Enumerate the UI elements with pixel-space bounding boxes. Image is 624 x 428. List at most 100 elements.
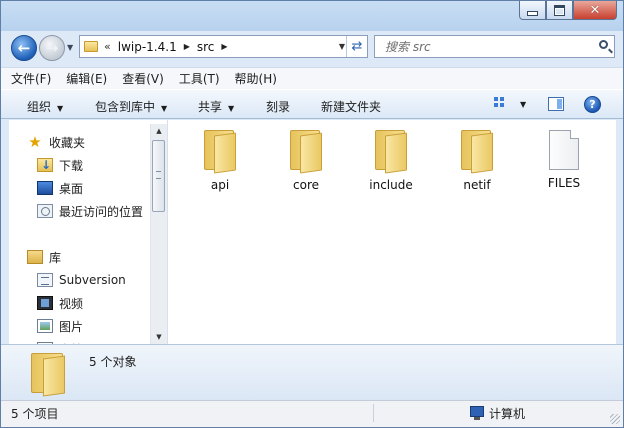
folder-icon (461, 130, 493, 174)
subversion-library-icon (37, 273, 53, 287)
object-count: 5 个对象 (89, 355, 137, 369)
include-in-library-button[interactable]: 包含到库中 ▼ (95, 98, 167, 115)
breadcrumb-chevron-icon[interactable]: ▶ (221, 42, 227, 51)
include-in-library-label: 包含到库中 (95, 100, 156, 114)
folder-icon (84, 41, 98, 52)
address-bar[interactable]: « lwip-1.4.1 ▶ src ▶ ▼ ⇄ (79, 35, 368, 58)
chevron-down-icon: ▼ (228, 104, 235, 113)
file-name: include (369, 178, 413, 192)
folder-item-include[interactable]: include (353, 130, 429, 192)
videos-library-icon (37, 296, 53, 310)
file-name: netif (463, 178, 491, 192)
sidebar-item-label: Subversion (59, 273, 126, 287)
chevron-down-icon: ▼ (57, 104, 64, 113)
menu-help[interactable]: 帮助(H) (230, 70, 282, 87)
view-options-icon[interactable] (494, 97, 508, 111)
file-list: api core include netif FILES (168, 120, 616, 344)
sidebar-item-downloads[interactable]: 下载 (37, 155, 83, 175)
star-icon: ★ (28, 133, 42, 151)
sidebar-item-label: 图片 (59, 319, 84, 334)
organize-button[interactable]: 组织 ▼ (27, 98, 63, 115)
location-label: 计算机 (489, 407, 526, 421)
view-dropdown[interactable]: ▼ (520, 100, 526, 109)
new-folder-button[interactable]: 新建文件夹 (321, 98, 381, 115)
burn-button[interactable]: 刻录 (266, 98, 290, 115)
scrollbar-thumb[interactable] (152, 140, 165, 212)
navigation-row: ← → ▼ « lwip-1.4.1 ▶ src ▶ ▼ ⇄ (1, 33, 623, 61)
resize-grip[interactable] (610, 414, 620, 424)
breadcrumb-segment[interactable]: lwip-1.4.1 (118, 40, 177, 54)
breadcrumb-chevron-icon[interactable]: ▶ (184, 42, 190, 51)
libraries-header[interactable]: 库 (27, 247, 61, 267)
navigation-scrollbar[interactable]: ▲ ▼ (150, 124, 167, 344)
folder-icon (290, 130, 322, 174)
minimize-button[interactable] (519, 1, 546, 20)
minimize-icon (527, 10, 538, 16)
caption-buttons: ✕ (519, 1, 617, 21)
title-bar[interactable]: ✕ (1, 1, 623, 31)
file-name: api (210, 178, 230, 192)
preview-pane-icon[interactable] (548, 97, 564, 111)
recent-pages-dropdown[interactable]: ▼ (67, 43, 73, 52)
sidebar-item-videos[interactable]: 视频 (37, 293, 83, 313)
scroll-up-arrow-icon[interactable]: ▲ (151, 124, 167, 138)
sidebar-item-label: 视频 (59, 296, 84, 311)
close-button[interactable]: ✕ (573, 1, 617, 20)
share-label: 共享 (198, 100, 223, 114)
library-icon (27, 250, 43, 264)
folder-item-api[interactable]: api (182, 130, 258, 192)
refresh-icon: ⇄ (351, 39, 363, 54)
help-icon[interactable]: ? (584, 96, 601, 113)
sidebar-item-recent-places[interactable]: 最近访问的位置 (37, 201, 143, 221)
chevron-down-icon: ▼ (161, 104, 168, 113)
recent-places-icon (37, 204, 53, 218)
organize-label: 组织 (27, 100, 52, 114)
sidebar-item-label: 下载 (59, 158, 84, 173)
command-bar: 组织 ▼ 包含到库中 ▼ 共享 ▼ 刻录 新建文件夹 ▼ ? (1, 89, 623, 119)
forward-button[interactable]: → (39, 35, 65, 61)
favorites-label: 收藏夹 (49, 135, 86, 150)
file-item-files[interactable]: FILES (526, 130, 602, 190)
breadcrumb-segment[interactable]: src (197, 40, 215, 54)
sidebar-item-label: 最近访问的位置 (59, 204, 144, 219)
sidebar-item-pictures[interactable]: 图片 (37, 316, 83, 336)
details-pane: 5 个对象 (1, 344, 623, 400)
search-icon[interactable] (599, 40, 608, 49)
folder-icon (31, 353, 65, 397)
forward-arrow-icon: → (45, 38, 59, 57)
status-bar: 5 个项目 计算机 (1, 400, 623, 427)
pictures-library-icon (37, 319, 53, 333)
explorer-window: ✕ ← → ▼ « lwip-1.4.1 ▶ src ▶ ▼ ⇄ 文件(F) 编… (0, 0, 624, 428)
item-count: 5 个项目 (11, 407, 59, 421)
menu-edit[interactable]: 编辑(E) (61, 70, 112, 87)
sidebar-item-subversion[interactable]: Subversion (37, 270, 126, 290)
menu-view[interactable]: 查看(V) (117, 70, 169, 87)
address-overflow[interactable]: « (104, 40, 111, 53)
folder-item-netif[interactable]: netif (439, 130, 515, 192)
sidebar-item-label: 桌面 (59, 181, 84, 196)
status-divider (373, 404, 374, 422)
search-input[interactable] (383, 39, 592, 55)
computer-icon (470, 406, 484, 420)
scroll-down-arrow-icon[interactable]: ▼ (151, 330, 167, 344)
menu-bar: 文件(F) 编辑(E) 查看(V) 工具(T) 帮助(H) (1, 67, 623, 89)
share-button[interactable]: 共享 ▼ (198, 98, 234, 115)
maximize-icon (554, 4, 565, 16)
close-icon: ✕ (589, 2, 601, 18)
maximize-button[interactable] (546, 1, 573, 20)
libraries-label: 库 (49, 250, 62, 265)
sidebar-item-desktop[interactable]: 桌面 (37, 178, 83, 198)
address-history-dropdown[interactable]: ▼ (339, 42, 345, 51)
menu-tools[interactable]: 工具(T) (174, 70, 225, 87)
folder-icon (204, 130, 236, 174)
favorites-header[interactable]: ★ 收藏夹 (27, 132, 85, 152)
folder-item-core[interactable]: core (268, 130, 344, 192)
refresh-button[interactable]: ⇄ (346, 36, 367, 57)
file-name: FILES (547, 176, 581, 190)
file-icon (549, 130, 579, 170)
menu-file[interactable]: 文件(F) (6, 70, 56, 87)
search-box (374, 35, 615, 58)
back-button[interactable]: ← (11, 35, 37, 61)
downloads-folder-icon (37, 158, 53, 172)
file-name: core (293, 178, 319, 192)
